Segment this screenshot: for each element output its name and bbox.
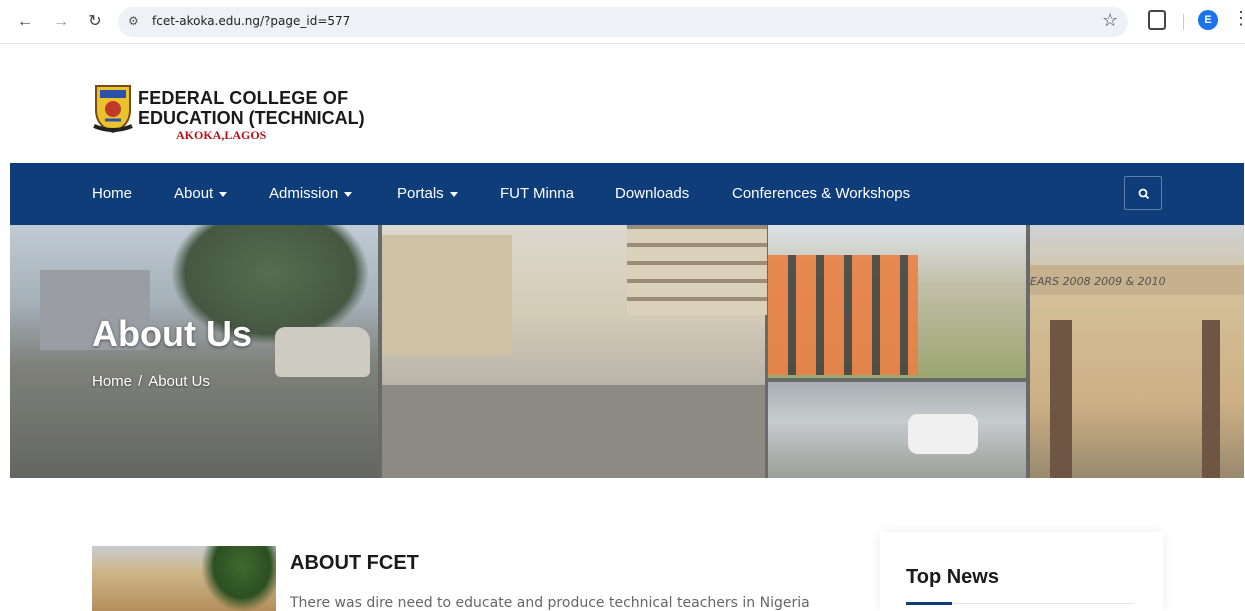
search-button[interactable] [1124, 176, 1162, 210]
site-info-icon[interactable]: ⚙ [128, 14, 139, 28]
url-text[interactable]: fcet-akoka.edu.ng/?page_id=577 [152, 14, 350, 28]
chevron-down-icon [219, 191, 228, 197]
forward-icon[interactable]: → [50, 11, 72, 33]
about-thumbnail [92, 546, 276, 611]
nav-item-conferences[interactable]: Conferences & Workshops [732, 185, 910, 202]
logo-line2: EDUCATION (TECHNICAL) [138, 108, 365, 128]
about-heading: ABOUT FCET [290, 552, 419, 574]
nav-item-about[interactable]: About [174, 185, 228, 202]
breadcrumb-current: About Us [148, 373, 210, 390]
chevron-down-icon [344, 191, 353, 197]
chevron-down-icon [449, 191, 458, 197]
top-news-widget: Top News [880, 532, 1163, 611]
breadcrumb: Home / About Us [92, 373, 210, 390]
logo-line3: AKOKA,LAGOS [176, 128, 267, 142]
nav-item-home[interactable]: Home [92, 185, 132, 202]
title-underline [906, 602, 952, 605]
profile-avatar[interactable]: E [1198, 10, 1218, 30]
college-crest-icon [93, 85, 133, 134]
nav-item-downloads[interactable]: Downloads [615, 185, 689, 202]
address-bar[interactable]: ⚙ fcet-akoka.edu.ng/?page_id=577 [118, 7, 1128, 37]
page-title: About Us [92, 313, 252, 354]
top-news-title: Top News [906, 566, 999, 588]
logo-line1: FEDERAL COLLEGE OF [138, 88, 349, 108]
hero-banner: EARS 2008 2009 & 2010 About Us Home / Abou… [10, 225, 1244, 478]
browser-toolbar: ← → ↻ ⚙ fcet-akoka.edu.ng/?page_id=577 ☆… [0, 0, 1245, 44]
about-intro-text: There was dire need to educate and produ… [290, 595, 810, 611]
extensions-icon[interactable] [1148, 10, 1166, 30]
nav-item-fut-minna[interactable]: FUT Minna [500, 185, 574, 202]
breadcrumb-home[interactable]: Home [92, 373, 132, 390]
star-icon[interactable]: ☆ [1102, 10, 1118, 31]
main-navigation: Home About Admission Portals FUT Minna D… [10, 163, 1244, 225]
menu-icon[interactable]: ⋮ [1232, 8, 1245, 29]
reload-icon[interactable]: ↻ [84, 11, 106, 33]
nav-item-portals[interactable]: Portals [397, 185, 458, 202]
nav-item-admission[interactable]: Admission [269, 185, 353, 202]
search-icon [1138, 188, 1150, 200]
toolbar-divider [1183, 14, 1184, 30]
breadcrumb-separator: / [138, 373, 143, 390]
back-icon[interactable]: ← [14, 11, 36, 33]
